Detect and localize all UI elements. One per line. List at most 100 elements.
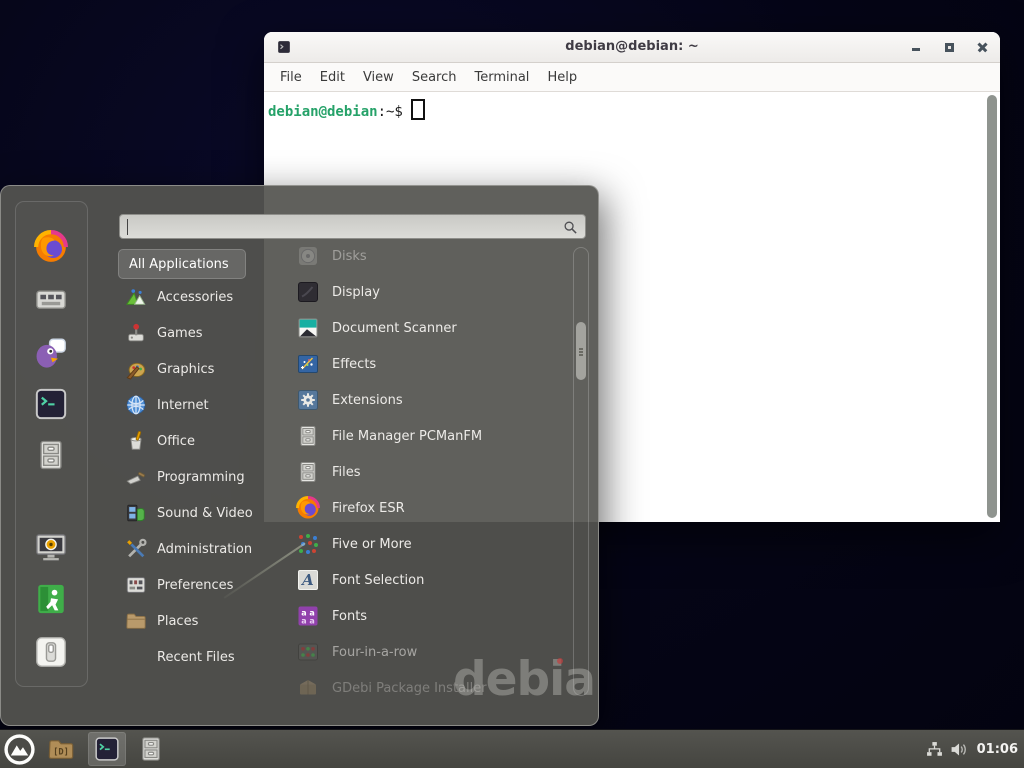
favorite-software[interactable] <box>34 282 68 316</box>
category-label: Administration <box>157 542 252 557</box>
search-box[interactable] <box>119 214 586 239</box>
menubar-item-view[interactable]: View <box>354 70 403 85</box>
effects-icon <box>296 352 320 376</box>
favorite-file-manager[interactable] <box>34 438 68 472</box>
app-label: Extensions <box>332 393 403 408</box>
app-label: Document Scanner <box>332 321 457 336</box>
menu-button[interactable] <box>3 733 36 766</box>
category-programming[interactable]: Programming <box>118 459 268 495</box>
terminal-scrollbar-thumb[interactable] <box>987 95 997 518</box>
volume-icon[interactable] <box>950 741 967 758</box>
category-label: Games <box>157 326 202 341</box>
menubar-item-file[interactable]: File <box>271 70 311 85</box>
favorite-terminal[interactable] <box>34 387 68 421</box>
programming-icon <box>125 466 147 488</box>
terminal-menubar: FileEditViewSearchTerminalHelp <box>264 63 1000 92</box>
app-label: Files <box>332 465 361 480</box>
app-list-scrollbar[interactable] <box>573 247 589 696</box>
places-icon <box>125 610 147 632</box>
lock-screen-icon <box>34 530 68 564</box>
terminal-titlebar[interactable]: debian@debian: ~ <box>264 32 1000 63</box>
category-sound-video[interactable]: Sound & Video <box>118 495 268 531</box>
games-icon <box>125 322 147 344</box>
terminal-scrollbar[interactable] <box>986 95 998 518</box>
files-task-button[interactable] <box>137 735 165 763</box>
favorite-lock-screen[interactable] <box>34 530 68 564</box>
app-display[interactable]: Display <box>286 274 572 310</box>
app-list-scrollbar-thumb[interactable] <box>576 322 586 380</box>
file-manager-launcher[interactable]: [D] <box>47 735 75 763</box>
category-internet[interactable]: Internet <box>118 387 268 423</box>
category-label: Programming <box>157 470 245 485</box>
shutdown-icon <box>34 635 68 669</box>
menubar-item-search[interactable]: Search <box>403 70 466 85</box>
category-label: Recent Files <box>157 650 235 665</box>
watermark-red-dot <box>557 658 563 664</box>
category-graphics[interactable]: Graphics <box>118 351 268 387</box>
category-recent-files[interactable]: Recent Files <box>118 639 268 675</box>
application-menu: All Applications Accessories Games Graphics… <box>0 185 599 726</box>
app-label: Disks <box>332 249 367 264</box>
fonts-icon: a aa a <box>296 604 320 628</box>
app-label: Effects <box>332 357 376 372</box>
app-five-or-more[interactable]: Five or More <box>286 526 572 562</box>
app-files[interactable]: Files <box>286 454 572 490</box>
font-selection-icon: A <box>296 568 320 592</box>
category-preferences[interactable]: Preferences <box>118 567 268 603</box>
disks-icon <box>296 244 320 268</box>
scrollbar-grip <box>579 348 583 350</box>
minimize-button[interactable] <box>908 39 924 55</box>
pidgin-icon <box>34 335 68 369</box>
svg-text:[D]: [D] <box>53 747 69 757</box>
terminal-task-button[interactable] <box>88 732 126 766</box>
application-list: Disks Display Document Scanner Effects Exten… <box>286 238 572 706</box>
prompt-user: debian@debian <box>268 104 378 120</box>
maximize-button[interactable] <box>941 39 957 55</box>
scanner-icon <box>296 316 320 340</box>
menubar-item-edit[interactable]: Edit <box>311 70 354 85</box>
favorite-log-out[interactable] <box>34 582 68 616</box>
app-font-selection[interactable]: A Font Selection <box>286 562 572 598</box>
software-icon <box>34 282 68 316</box>
firefox-icon <box>34 230 68 264</box>
app-disks[interactable]: Disks <box>286 238 572 274</box>
system-tray: 01:06 <box>926 741 1024 758</box>
svg-text:a a: a a <box>301 617 315 626</box>
category-label: All Applications <box>129 257 229 272</box>
firefox-icon <box>296 496 320 520</box>
favorite-pidgin[interactable] <box>34 335 68 369</box>
category-all-applications[interactable]: All Applications <box>118 249 246 279</box>
accessories-icon <box>125 286 147 308</box>
internet-icon <box>125 394 147 416</box>
favorite-firefox[interactable] <box>34 230 68 264</box>
app-label: Four-in-a-row <box>332 645 417 660</box>
category-administration[interactable]: Administration <box>118 531 268 567</box>
search-input[interactable] <box>126 217 560 238</box>
debian-watermark: debian <box>453 652 599 707</box>
app-file-manager-pcmanfm[interactable]: File Manager PCManFM <box>286 418 572 454</box>
four-in-a-row-icon <box>296 640 320 664</box>
clock[interactable]: 01:06 <box>977 742 1018 757</box>
app-extensions[interactable]: Extensions <box>286 382 572 418</box>
category-accessories[interactable]: Accessories <box>118 279 268 315</box>
extensions-icon <box>296 388 320 412</box>
category-label: Places <box>157 614 198 629</box>
close-button[interactable] <box>974 39 990 55</box>
network-icon[interactable] <box>926 741 943 758</box>
logout-icon <box>34 582 68 616</box>
app-label: Font Selection <box>332 573 424 588</box>
app-fonts[interactable]: a aa aFonts <box>286 598 572 634</box>
taskbar: [D] 01:06 <box>0 729 1024 768</box>
category-games[interactable]: Games <box>118 315 268 351</box>
app-firefox-esr[interactable]: Firefox ESR <box>286 490 572 526</box>
display-icon <box>296 280 320 304</box>
menubar-item-terminal[interactable]: Terminal <box>465 70 538 85</box>
menubar-item-help[interactable]: Help <box>538 70 586 85</box>
app-document-scanner[interactable]: Document Scanner <box>286 310 572 346</box>
favorite-shut-down[interactable] <box>34 635 68 669</box>
app-label: Five or More <box>332 537 412 552</box>
category-places[interactable]: Places <box>118 603 268 639</box>
gdebi-icon <box>296 676 320 700</box>
app-effects[interactable]: Effects <box>286 346 572 382</box>
category-office[interactable]: Office <box>118 423 268 459</box>
